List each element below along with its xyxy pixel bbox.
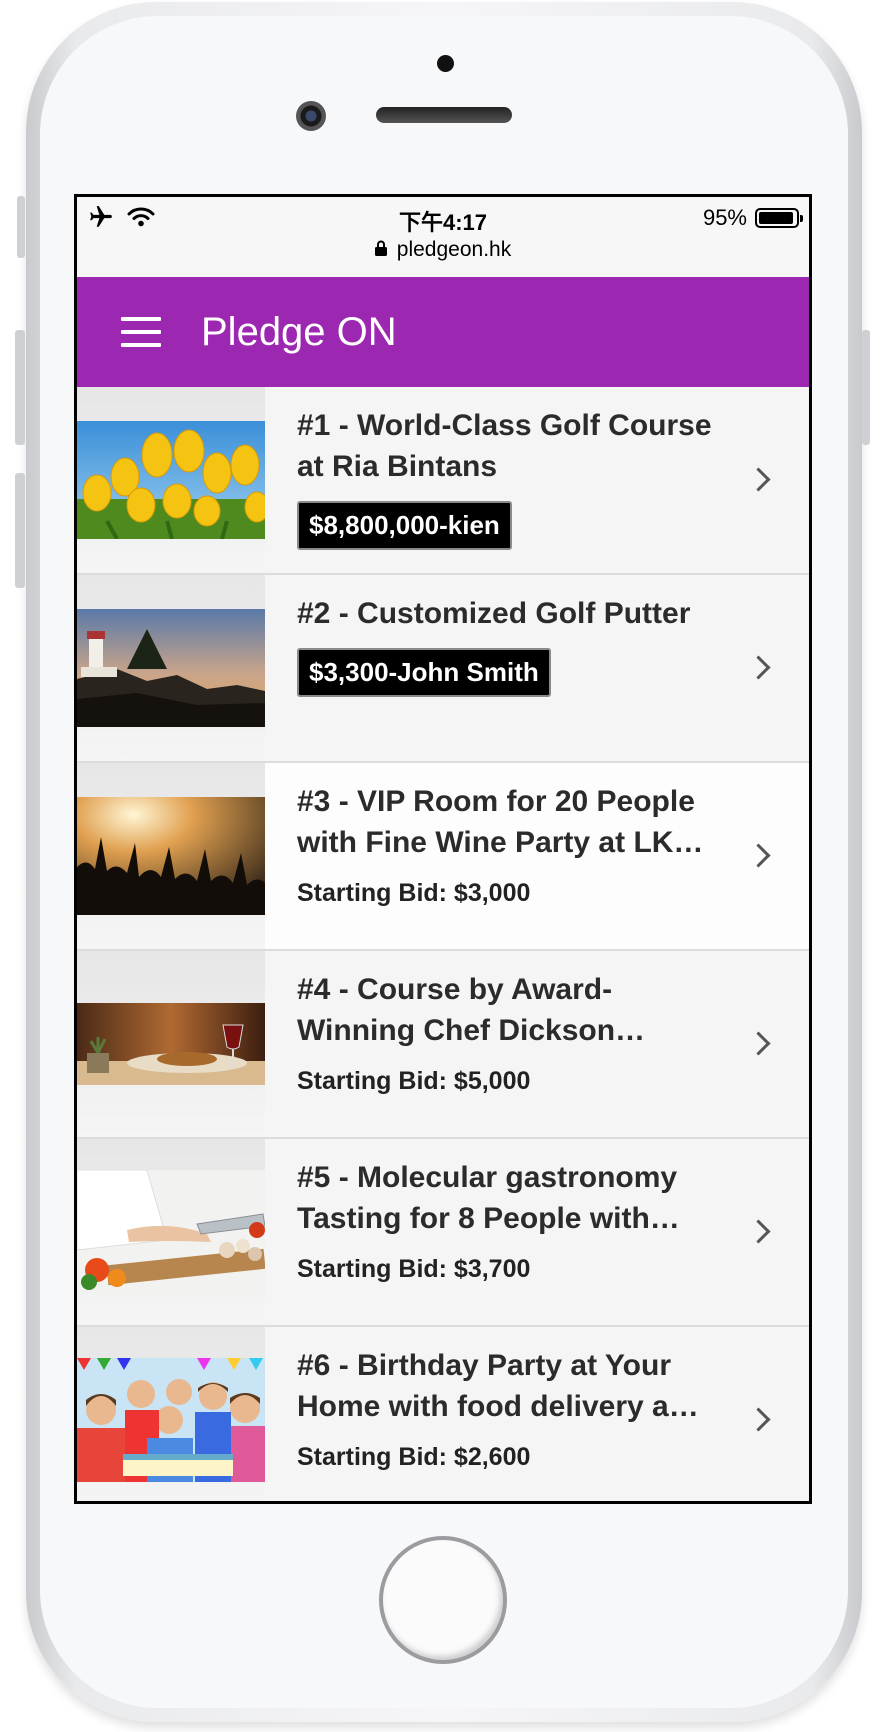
power-button	[862, 330, 870, 445]
hamburger-menu-icon[interactable]	[121, 317, 161, 347]
item-thumbnail-concert-crowd	[77, 797, 265, 915]
status-time: 下午4:17	[398, 210, 488, 235]
starting-bid: Starting Bid: $5,000	[297, 1067, 531, 1095]
item-thumbnail-lighthouse	[77, 609, 265, 727]
app-title: Pledge ON	[201, 309, 397, 354]
battery-level-fill	[759, 212, 793, 224]
volume-up-button	[15, 330, 25, 445]
item-thumbnail-fine-dining	[77, 1003, 265, 1085]
phone-screen: 下午4:17 pledgeon.hk 95% Pledge ON #1 - Wo…	[74, 194, 812, 1504]
lock-icon	[374, 238, 387, 262]
volume-down-button	[15, 473, 25, 588]
battery-icon	[755, 208, 803, 228]
auction-item-list: #1 - World-Class Golf Course at Ria Bint…	[77, 387, 809, 1501]
item-title: #2 - Customized Golf Putter	[297, 597, 691, 630]
proximity-sensor	[437, 55, 454, 72]
starting-bid: Starting Bid: $3,000	[297, 879, 531, 907]
item-title: #3 - VIP Room for 20 People with Fine Wi…	[297, 785, 704, 859]
address-bar[interactable]: pledgeon.hk	[77, 238, 809, 262]
list-item[interactable]: #4 - Course by Award-Winning Chef Dickso…	[77, 951, 809, 1139]
front-camera	[296, 101, 326, 131]
item-title: #1 - World-Class Golf Course at Ria Bint…	[297, 409, 712, 483]
current-bid-badge: $3,300-John Smith	[297, 648, 551, 697]
list-item[interactable]: #5 - Molecular gastronomy Tasting for 8 …	[77, 1139, 809, 1327]
app-bar: Pledge ON	[77, 277, 809, 387]
earpiece-speaker	[376, 107, 512, 123]
status-bar: 下午4:17 pledgeon.hk 95%	[77, 197, 809, 277]
list-item[interactable]: #3 - VIP Room for 20 People with Fine Wi…	[77, 763, 809, 951]
starting-bid: Starting Bid: $2,600	[297, 1443, 531, 1471]
starting-bid: Starting Bid: $3,700	[297, 1255, 531, 1283]
list-item[interactable]: #6 - Birthday Party at Your Home with fo…	[77, 1327, 809, 1501]
current-bid-badge: $8,800,000-kien	[297, 501, 512, 550]
item-thumbnail-chef-chopping	[77, 1170, 265, 1294]
list-item[interactable]: #2 - Customized Golf Putter $3,300-John …	[77, 575, 809, 763]
item-title: #4 - Course by Award-Winning Chef Dickso…	[297, 973, 646, 1047]
list-item[interactable]: #1 - World-Class Golf Course at Ria Bint…	[77, 387, 809, 575]
url-text: pledgeon.hk	[396, 238, 512, 261]
item-thumbnail-tulips	[77, 421, 265, 539]
item-title: #5 - Molecular gastronomy Tasting for 8 …	[297, 1161, 680, 1235]
battery-percent: 95%	[702, 205, 747, 230]
item-thumbnail-birthday-kids	[77, 1358, 265, 1482]
item-title: #6 - Birthday Party at Your Home with fo…	[297, 1349, 699, 1423]
mute-switch	[17, 196, 25, 258]
home-button[interactable]	[379, 1536, 507, 1664]
